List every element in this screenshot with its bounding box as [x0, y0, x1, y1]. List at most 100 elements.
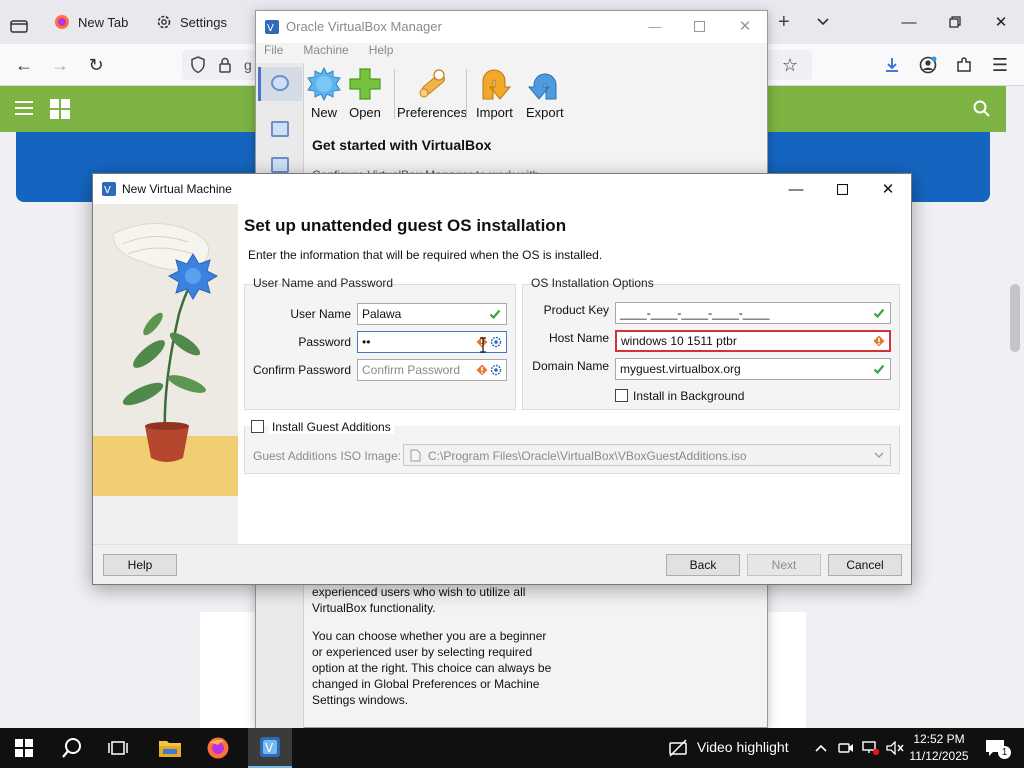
- svg-text:V: V: [265, 741, 274, 755]
- menu-button[interactable]: ☰: [988, 53, 1012, 77]
- menu-help[interactable]: Help: [369, 43, 394, 63]
- windows-logo-icon: [50, 99, 70, 119]
- firefox-taskbar-button[interactable]: [200, 734, 236, 762]
- export-button[interactable]: Export: [526, 67, 564, 120]
- group-title: User Name and Password: [253, 276, 394, 290]
- dialog-minimize-button[interactable]: —: [773, 174, 819, 204]
- tab-new-tab[interactable]: New Tab: [54, 6, 128, 38]
- close-icon: ✕: [738, 18, 752, 35]
- install-in-background-label: Install in Background: [633, 389, 745, 403]
- task-view-button[interactable]: [100, 734, 136, 762]
- browser-restore-button[interactable]: [932, 8, 978, 36]
- menu-machine[interactable]: Machine: [303, 43, 348, 63]
- confirm-password-field[interactable]: Confirm Password: [357, 359, 507, 381]
- notification-center-button[interactable]: 1: [978, 734, 1012, 762]
- username-field[interactable]: Palawa: [357, 303, 507, 325]
- username-value: Palawa: [362, 307, 402, 321]
- camera-icon: [838, 743, 853, 753]
- domain-name-field[interactable]: myguest.virtualbox.org: [615, 358, 891, 380]
- cancel-button[interactable]: Cancel: [828, 554, 902, 576]
- menu-file[interactable]: File: [264, 43, 283, 63]
- vbm-maximize-button[interactable]: [676, 11, 722, 41]
- export-label: Export: [526, 105, 564, 120]
- guest-additions-group: Install Guest Additions Guest Additions …: [244, 420, 900, 474]
- close-icon: ✕: [994, 14, 1008, 31]
- tab-label: Settings: [180, 14, 227, 30]
- install-in-background-checkbox[interactable]: [615, 389, 628, 402]
- downloads-button[interactable]: [880, 53, 904, 77]
- network-button[interactable]: [858, 734, 884, 762]
- text-line: experienced users who wish to utilize al…: [312, 585, 526, 599]
- install-guest-additions-checkbox[interactable]: [251, 420, 264, 433]
- virtualbox-logo-icon: V: [102, 182, 116, 196]
- scrollbar-thumb[interactable]: [1010, 284, 1020, 352]
- dialog-close-button[interactable]: ✕: [865, 174, 911, 204]
- os-installation-options-group: OS Installation Options Product Key ____…: [522, 276, 900, 410]
- forward-button[interactable]: →: [48, 53, 72, 77]
- dialog-title: New Virtual Machine: [122, 182, 232, 196]
- iso-image-selector[interactable]: C:\Program Files\Oracle\VirtualBox\VBoxG…: [403, 444, 891, 466]
- dialog-button-bar: Help Back Next Cancel: [93, 544, 911, 584]
- tab-list-button[interactable]: [10, 10, 28, 42]
- file-icon: [410, 449, 421, 462]
- dialog-maximize-button[interactable]: [819, 174, 865, 204]
- help-button[interactable]: Help: [103, 554, 177, 576]
- video-highlight-label[interactable]: Video highlight: [697, 739, 789, 755]
- text-line: Settings windows.: [312, 693, 409, 707]
- open-icon: [349, 68, 381, 100]
- next-button[interactable]: Next: [747, 554, 821, 576]
- show-password-icon[interactable]: [490, 336, 502, 348]
- file-explorer-button[interactable]: [152, 734, 188, 762]
- toolbar-separator: [466, 69, 467, 119]
- new-label: New: [310, 105, 337, 120]
- bookmark-button[interactable]: ☆: [778, 53, 802, 77]
- site-menu-button[interactable]: [14, 100, 34, 116]
- back-button[interactable]: Back: [666, 554, 740, 576]
- virtualbox-taskbar-button[interactable]: V: [248, 728, 292, 768]
- domain-name-label: Domain Name: [532, 359, 609, 373]
- start-button[interactable]: [6, 734, 42, 762]
- error-icon: [873, 335, 885, 347]
- restore-icon: [949, 16, 961, 28]
- host-name-field[interactable]: windows 10 1511 ptbr: [615, 330, 891, 352]
- maximize-icon: [693, 20, 705, 32]
- taskbar-search-button[interactable]: [54, 734, 90, 762]
- clock-date[interactable]: 11/12/2025: [908, 749, 970, 763]
- wizard-content: Set up unattended guest OS installation …: [238, 204, 911, 544]
- clock-time[interactable]: 12:52 PM: [908, 732, 970, 746]
- account-button[interactable]: [916, 53, 940, 77]
- show-password-icon[interactable]: [490, 364, 502, 376]
- sidebar-item-welcome[interactable]: [258, 67, 302, 101]
- browser-minimize-button[interactable]: —: [886, 8, 932, 36]
- text-line: or experienced user by selecting require…: [312, 645, 533, 659]
- browser-close-button[interactable]: ✕: [978, 8, 1024, 36]
- vbm-close-button[interactable]: ✕: [722, 11, 768, 41]
- new-tab-button[interactable]: +: [778, 6, 790, 38]
- vbm-minimize-button[interactable]: —: [632, 11, 678, 41]
- text-line: You can choose whether you are a beginne…: [312, 629, 547, 643]
- volume-muted-icon: [886, 741, 904, 755]
- volume-button[interactable]: [882, 734, 908, 762]
- checkmark-icon: [873, 364, 885, 375]
- search-icon: [62, 738, 81, 758]
- show-hidden-icons-button[interactable]: [806, 734, 836, 762]
- toolbar-separator: [394, 69, 395, 119]
- import-button[interactable]: Import: [476, 67, 513, 120]
- product-key-field[interactable]: ____-____-____-____-____: [615, 302, 891, 324]
- install-guest-additions-label: Install Guest Additions: [269, 420, 394, 434]
- new-button[interactable]: New: [306, 67, 342, 120]
- list-all-tabs-button[interactable]: [816, 6, 830, 38]
- tab-settings[interactable]: Settings: [156, 6, 227, 38]
- hamburger-icon: [15, 101, 33, 115]
- hamburger-icon: ☰: [991, 54, 1009, 75]
- back-button[interactable]: ←: [12, 53, 36, 77]
- extensions-button[interactable]: [952, 53, 976, 77]
- reload-button[interactable]: ↻: [84, 53, 108, 77]
- meet-now-button[interactable]: [834, 734, 858, 762]
- open-button[interactable]: Open: [348, 67, 382, 120]
- firefox-icon: [207, 737, 229, 759]
- site-search-button[interactable]: [972, 99, 992, 119]
- page-scrollbar[interactable]: [1006, 86, 1024, 728]
- sidebar-item-media[interactable]: [256, 117, 304, 143]
- preferences-button[interactable]: Preferences: [397, 67, 467, 120]
